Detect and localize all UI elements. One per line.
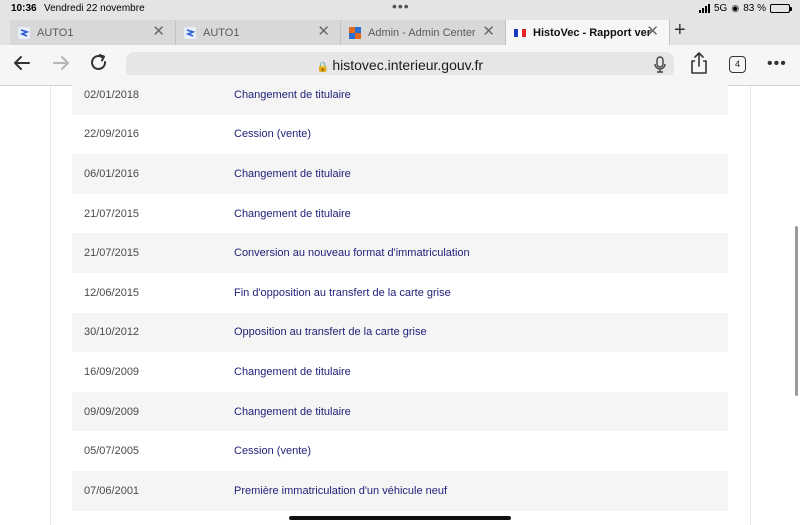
tab-title: HistoVec - Rapport vende <box>533 26 651 39</box>
scrollbar[interactable] <box>795 226 798 396</box>
tab-count-button[interactable]: 4 <box>729 56 746 73</box>
status-date: Vendredi 22 novembre <box>44 3 145 14</box>
lock-icon: 🔒 <box>316 62 330 73</box>
page-content: 02/01/2018 Changement de titulaire 22/09/2… <box>0 75 800 525</box>
tab-auto1-first[interactable]: AUTO1 ✕ <box>10 20 176 45</box>
more-options-icon[interactable]: ••• <box>767 55 787 73</box>
history-row: 06/01/2016 Changement de titulaire <box>72 154 728 194</box>
history-row: 21/07/2015 Changement de titulaire <box>72 194 728 234</box>
history-row: 02/01/2018 Changement de titulaire <box>72 75 728 115</box>
admin-center-favicon-icon <box>349 26 361 39</box>
history-event-link[interactable]: Fin d'opposition au transfert de la cart… <box>234 287 451 299</box>
history-row: 09/09/2009 Changement de titulaire <box>72 391 728 432</box>
history-date: 21/07/2015 <box>84 207 140 220</box>
history-event-link[interactable]: Première immatriculation d'un véhicule n… <box>234 485 447 497</box>
tab-histovec[interactable]: HistoVec - Rapport vende ✕ <box>506 20 670 45</box>
history-date: 12/06/2015 <box>84 286 140 299</box>
battery-label: 83 % <box>743 3 766 14</box>
history-date: 21/07/2015 <box>84 247 140 260</box>
close-tab-icon[interactable]: ✕ <box>317 24 330 39</box>
history-event-link[interactable]: Cession (vente) <box>234 445 311 457</box>
history-event-link[interactable]: Changement de titulaire <box>234 406 351 418</box>
status-bar: 10:36 Vendredi 22 novembre ••• 5G ◉ 83 % <box>0 0 800 18</box>
network-label: 5G <box>714 3 728 14</box>
history-event-link[interactable]: Opposition au transfert de la carte gris… <box>234 326 427 338</box>
tab-auto1-second[interactable]: AUTO1 ✕ <box>176 20 341 45</box>
history-date: 09/09/2009 <box>84 405 140 418</box>
status-indicators: 5G ◉ 83 % <box>699 3 792 14</box>
french-flag-favicon-icon <box>514 27 526 39</box>
history-date: 22/09/2016 <box>84 128 140 141</box>
history-row: 30/10/2012 Opposition au transfert de la … <box>72 312 728 353</box>
location-icon: ◉ <box>731 3 740 13</box>
history-event-link[interactable]: Cession (vente) <box>234 128 311 140</box>
close-tab-icon[interactable]: ✕ <box>152 24 165 39</box>
history-event-link[interactable]: Changement de titulaire <box>234 208 351 220</box>
history-date: 16/09/2009 <box>84 365 140 378</box>
battery-icon <box>770 4 792 13</box>
tab-title: AUTO1 <box>37 26 74 39</box>
vehicle-history-table: 02/01/2018 Changement de titulaire 22/09/2… <box>72 75 728 511</box>
home-indicator[interactable] <box>289 516 511 520</box>
history-row: 05/07/2005 Cession (vente) <box>72 431 728 471</box>
history-event-link[interactable]: Changement de titulaire <box>234 168 351 180</box>
auto1-favicon-icon <box>184 26 196 39</box>
history-date: 05/07/2005 <box>84 445 140 458</box>
history-event-link[interactable]: Changement de titulaire <box>234 366 351 378</box>
history-row: 21/07/2015 Conversion au nouveau format d… <box>72 233 728 273</box>
new-tab-plus-icon[interactable]: + <box>674 19 686 42</box>
history-date: 07/06/2001 <box>84 484 140 497</box>
back-arrow-icon[interactable] <box>12 53 32 73</box>
history-date: 02/01/2018 <box>84 88 140 101</box>
history-event-link[interactable]: Conversion au nouveau format d'immatricu… <box>234 247 470 259</box>
history-row: 07/06/2001 Première immatriculation d'un … <box>72 470 728 511</box>
url-text: histovec.interieur.gouv.fr <box>332 57 484 73</box>
tab-admin-center[interactable]: Admin - Admin Center ✕ <box>341 20 506 45</box>
auto1-favicon-icon <box>18 26 30 39</box>
signal-icon <box>699 4 710 13</box>
close-tab-icon[interactable]: ✕ <box>482 24 495 39</box>
reload-icon[interactable] <box>89 53 109 73</box>
tab-title: AUTO1 <box>203 26 240 39</box>
history-row: 16/09/2009 Changement de titulaire <box>72 352 728 392</box>
status-time: 10:36 <box>11 3 37 14</box>
history-date: 06/01/2016 <box>84 167 140 180</box>
tab-title: Admin - Admin Center <box>368 26 476 39</box>
close-tab-icon[interactable]: ✕ <box>646 24 659 39</box>
multitasking-dots-icon[interactable]: ••• <box>392 0 410 14</box>
content-border-right <box>750 86 751 525</box>
history-row: 22/09/2016 Cession (vente) <box>72 115 728 155</box>
history-row: 12/06/2015 Fin d'opposition au transfert … <box>72 273 728 313</box>
forward-arrow-icon[interactable] <box>51 53 71 73</box>
content-border-left <box>50 86 51 525</box>
history-event-link[interactable]: Changement de titulaire <box>234 89 351 101</box>
share-icon[interactable] <box>689 51 709 75</box>
history-date: 30/10/2012 <box>84 326 140 339</box>
